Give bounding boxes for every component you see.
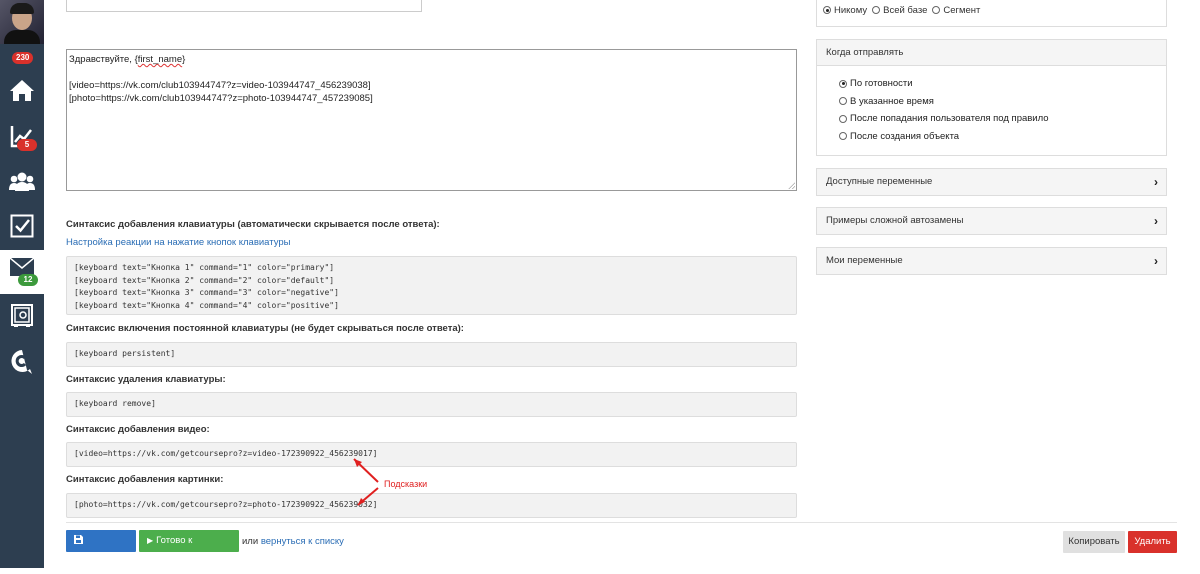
resize-handle[interactable] (788, 182, 795, 189)
sidebar-item-home[interactable] (0, 68, 44, 112)
mail-badge: 12 (18, 274, 38, 286)
when-time-label: В указанное время (850, 95, 934, 107)
persistent-code: [keyboard persistent] (66, 342, 797, 367)
audience-panel: Никому Всей базе Сегмент (816, 0, 1167, 27)
back-row: или вернуться к списку (242, 536, 344, 547)
editor-video-line: [video=https://vk.com/club103944747?z=vi… (69, 80, 371, 91)
sidebar-item-mail[interactable] (0, 250, 44, 294)
when-created-label: После создания объекта (850, 130, 960, 142)
photo-code: [photo=https://vk.com/getcoursepro?z=pho… (66, 493, 797, 518)
chevron-right-icon: › (1154, 254, 1158, 268)
play-icon: ▶ (147, 536, 154, 545)
when-option-ready[interactable]: По готовности (817, 75, 1166, 93)
copy-button[interactable]: Копировать (1063, 531, 1125, 553)
avatar[interactable] (0, 0, 44, 44)
greeting-var: first_name (137, 54, 183, 65)
avatar-badge: 230 (12, 52, 34, 64)
radio-ready[interactable] (839, 79, 847, 88)
radio-all[interactable] (872, 6, 881, 14)
greeting-suffix: } (182, 54, 186, 65)
when-option-created[interactable]: После создания объекта (817, 128, 1166, 146)
users-icon (9, 172, 35, 191)
safe-icon (11, 304, 33, 327)
persistent-syntax-label: Синтаксис включения постоянной клавиатур… (66, 323, 464, 334)
chevron-right-icon: › (1154, 175, 1158, 189)
sidebar-item-safe[interactable] (0, 294, 44, 338)
hint-annotation: Подсказки (384, 479, 428, 489)
remove-code: [keyboard remove] (66, 392, 797, 417)
tasks-icon (10, 214, 34, 238)
audience-none-label: Никому (834, 4, 868, 16)
radio-none[interactable] (823, 6, 831, 14)
photo-syntax-label: Синтаксис добавления картинки: (66, 474, 224, 485)
main-content: Здравствуйте, {first_name} [video=https:… (44, 0, 1200, 568)
when-option-time[interactable]: В указанное время (817, 93, 1166, 111)
available-vars-title: Доступные переменные (826, 176, 933, 187)
examples-title: Примеры сложной автозамены (826, 215, 964, 226)
when-ready-label: По готовности (850, 78, 913, 90)
chevron-right-icon: › (1154, 214, 1158, 228)
sidebar-item-tasks[interactable] (0, 204, 44, 248)
divider (66, 522, 1177, 523)
or-text: или (242, 536, 259, 547)
sidebar-item-stats[interactable] (0, 114, 44, 158)
available-vars-panel[interactable]: Доступные переменные › (816, 168, 1167, 196)
back-to-list-link[interactable]: вернуться к списку (261, 536, 344, 547)
keyboard-code: [keyboard text="Кнопка 1" command="1" co… (66, 256, 797, 315)
remove-syntax-label: Синтаксис удаления клавиатуры: (66, 374, 226, 385)
getcourse-icon (11, 350, 33, 374)
audience-segment-label: Сегмент (943, 4, 981, 16)
audience-all-label: Всей базе (883, 4, 928, 16)
save-label: Сохранить (74, 557, 122, 568)
radio-rule[interactable] (839, 114, 847, 123)
message-editor[interactable]: Здравствуйте, {first_name} [video=https:… (66, 49, 797, 191)
examples-panel[interactable]: Примеры сложной автозамены › (816, 207, 1167, 235)
ready-label: Готово к отправке (147, 535, 193, 568)
radio-segment[interactable] (932, 6, 941, 14)
sidebar-item-users[interactable] (0, 160, 44, 204)
when-panel-title: Когда отправлять (817, 40, 1166, 66)
video-code: [video=https://vk.com/getcoursepro?z=vid… (66, 442, 797, 467)
save-icon (74, 535, 83, 544)
home-icon (10, 80, 34, 101)
top-field[interactable] (66, 0, 422, 12)
keyboard-syntax-label: Синтаксис добавления клавиатуры (автомат… (66, 219, 440, 230)
my-vars-title: Мои переменные (826, 255, 903, 266)
when-option-rule[interactable]: После попадания пользователя под правило (817, 110, 1166, 128)
delete-button[interactable]: Удалить (1128, 531, 1177, 553)
when-panel: Когда отправлять По готовности В указанн… (816, 39, 1167, 156)
stats-badge: 5 (17, 139, 37, 151)
greeting-prefix: Здравствуйте, { (69, 54, 138, 65)
audience-option-segment[interactable]: Сегмент (932, 5, 980, 16)
audience-option-none[interactable]: Никому (823, 5, 867, 16)
sidebar-item-getcourse[interactable] (0, 340, 44, 384)
editor-photo-line: [photo=https://vk.com/club103944747?z=ph… (69, 93, 373, 104)
keyboard-settings-link[interactable]: Настройка реакции на нажатие кнопок клав… (66, 237, 290, 248)
audience-option-all[interactable]: Всей базе (872, 5, 927, 16)
ready-button[interactable]: ▶ Готово к отправке (139, 530, 239, 568)
radio-time[interactable] (839, 97, 847, 106)
my-vars-panel[interactable]: Мои переменные › (816, 247, 1167, 275)
when-rule-label: После попадания пользователя под правило (850, 113, 1049, 125)
save-button[interactable]: Сохранить (66, 530, 136, 568)
radio-created[interactable] (839, 132, 847, 141)
sidebar: 230 5 12 (0, 0, 44, 568)
video-syntax-label: Синтаксис добавления видео: (66, 424, 210, 435)
